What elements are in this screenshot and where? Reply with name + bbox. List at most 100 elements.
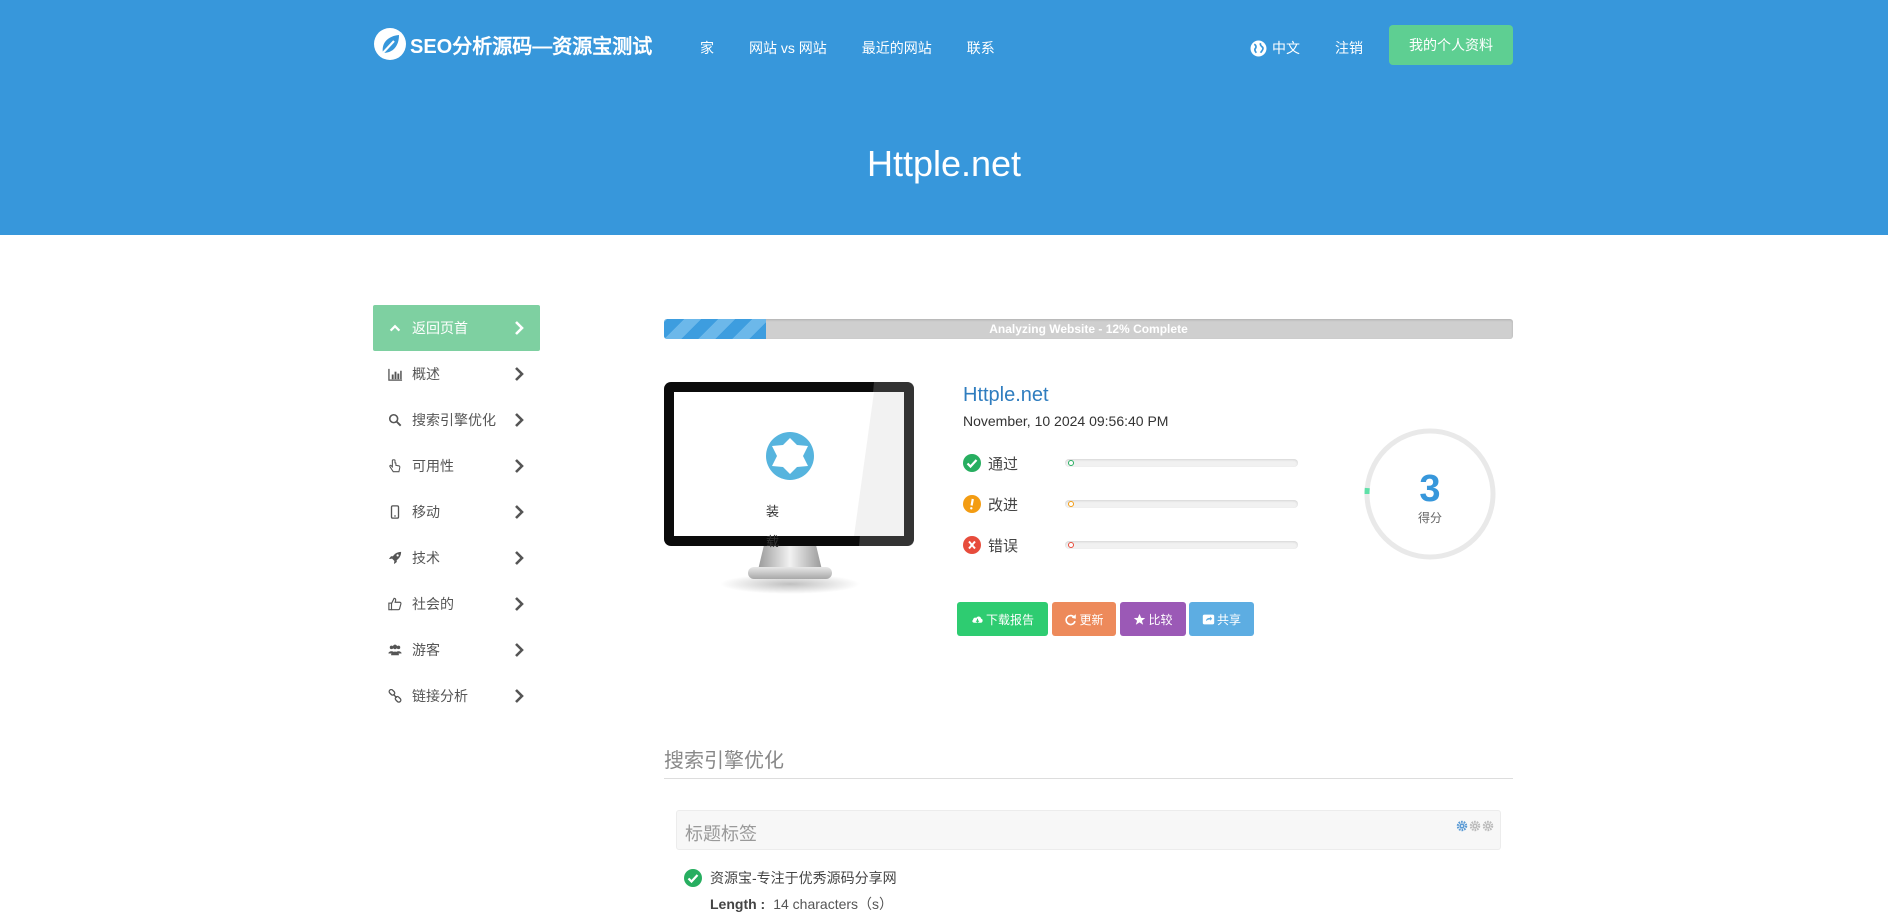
sidebar-item-label: 可用性 [412, 458, 454, 474]
stat-passed: 通过 [963, 451, 1298, 475]
stat-bar [1065, 459, 1298, 467]
check-circle-icon [963, 454, 981, 472]
stat-bar-fill [1068, 460, 1074, 466]
cloud-download-icon [972, 615, 983, 623]
card-tools[interactable] [1455, 820, 1494, 832]
sidebar-item-back-to-top[interactable]: 返回页首 [373, 305, 540, 351]
report-date: November, 10 2024 09:56:40 PM [963, 413, 1169, 429]
leaf-logo-icon [374, 28, 406, 60]
stat-errors: 错误 [963, 533, 1298, 557]
chevron-right-icon [515, 643, 524, 657]
title-tag-result: 资源宝-专注于优秀源码分享网 [684, 868, 897, 888]
chevron-right-icon [515, 551, 524, 565]
sidebar-item-label: 搜索引擎优化 [412, 412, 496, 428]
refresh-button[interactable]: 更新 [1052, 602, 1116, 636]
score-label: 得分 [1417, 511, 1442, 525]
chevron-right-icon [515, 689, 524, 703]
button-label: 下载报告 [985, 612, 1034, 627]
main-nav: 家 网站 vs 网站 最近的网站 联系 [700, 38, 1030, 58]
button-label: 更新 [1079, 612, 1104, 627]
gear-icon[interactable] [1456, 820, 1468, 832]
profile-button[interactable]: 我的个人资料 [1389, 25, 1513, 65]
progress-text: Analyzing Website - 12% Complete [989, 322, 1188, 336]
chevron-right-icon [515, 459, 524, 473]
title-tag-card-header: 标题标签 [676, 810, 1501, 850]
title-length: Length : 14 characters（s） [710, 894, 893, 914]
sidebar-item-technology[interactable]: 技术 [373, 535, 540, 581]
logout-link[interactable]: 注销 [1335, 38, 1363, 58]
mobile-icon [387, 504, 403, 520]
button-label: 比较 [1148, 612, 1173, 627]
rocket-icon [387, 550, 403, 566]
check-circle-icon [684, 869, 702, 887]
sidebar-item-visitors[interactable]: 游客 [373, 627, 540, 673]
nav-compare[interactable]: 网站 vs 网站 [749, 38, 827, 58]
chevron-right-icon [515, 413, 524, 427]
language-label: 中文 [1272, 40, 1300, 56]
share-button[interactable]: 共享 [1189, 602, 1254, 636]
stat-label: 错误 [988, 537, 1019, 555]
nav-contact[interactable]: 联系 [967, 38, 995, 58]
chevron-right-icon [515, 321, 524, 335]
nav-recent[interactable]: 最近的网站 [862, 38, 932, 58]
length-value: 14 characters（s） [773, 896, 894, 912]
refresh-icon [1065, 614, 1077, 625]
sidebar-item-label: 技术 [412, 550, 440, 566]
thumbs-up-icon [387, 596, 403, 612]
header: SEO分析源码—资源宝测试 家 网站 vs 网站 最近的网站 联系 中文 注销 … [0, 0, 1888, 235]
search-icon [387, 412, 403, 428]
nav-home[interactable]: 家 [700, 38, 714, 58]
gear-icon[interactable] [1469, 820, 1481, 832]
button-label: 共享 [1216, 612, 1241, 627]
analysis-progress-bar: Analyzing Website - 12% Complete [664, 319, 1513, 339]
stat-bar-fill [1068, 542, 1074, 548]
logo[interactable]: SEO分析源码—资源宝测试 [372, 26, 652, 62]
chevron-right-icon [515, 597, 524, 611]
share-icon [1202, 614, 1215, 624]
stat-improve: 改进 [963, 492, 1298, 516]
card-title: 标题标签 [685, 824, 757, 844]
sidebar-item-social[interactable]: 社会的 [373, 581, 540, 627]
hand-pointer-icon [387, 458, 403, 474]
sidebar-item-label: 移动 [412, 504, 440, 520]
website-preview-monitor [664, 382, 914, 594]
gear-icon[interactable] [1482, 820, 1494, 832]
sidebar: 返回页首 概述 搜索引擎优化 可用性 移动 技术 社会的 游客 链接分析 [373, 305, 540, 719]
stat-label: 改进 [988, 496, 1019, 514]
sidebar-item-usability[interactable]: 可用性 [373, 443, 540, 489]
sidebar-item-label: 链接分析 [412, 688, 468, 704]
length-label: Length : [710, 896, 766, 912]
loading-text: 装 载 [766, 504, 780, 549]
sidebar-item-mobile[interactable]: 移动 [373, 489, 540, 535]
score-value: 3 [1419, 468, 1441, 510]
bar-chart-icon [387, 366, 403, 382]
x-circle-icon [963, 536, 981, 554]
chevron-right-icon [515, 367, 524, 381]
sidebar-item-label: 社会的 [412, 596, 454, 612]
stat-bar-fill [1068, 501, 1074, 507]
chevron-right-icon [515, 505, 524, 519]
globe-icon [1250, 40, 1267, 56]
stat-bar [1065, 500, 1298, 508]
report-site-name[interactable]: Httple.net [963, 384, 1049, 407]
seo-section-title: 搜索引擎优化 [664, 750, 784, 772]
sidebar-item-link-analysis[interactable]: 链接分析 [373, 673, 540, 719]
loading-spinner-icon [766, 432, 814, 480]
compare-button[interactable]: 比较 [1120, 602, 1186, 636]
sidebar-item-overview[interactable]: 概述 [373, 351, 540, 397]
stat-label: 通过 [988, 455, 1019, 473]
exclamation-circle-icon [963, 495, 981, 513]
sidebar-item-label: 游客 [412, 642, 440, 658]
link-icon [387, 688, 403, 704]
star-icon [1134, 613, 1146, 625]
site-title: Httple.net [866, 143, 1022, 184]
download-report-button[interactable]: 下载报告 [957, 602, 1048, 636]
language-selector[interactable]: 中文 [1250, 38, 1300, 58]
sidebar-item-label: 概述 [412, 366, 440, 382]
sidebar-item-seo[interactable]: 搜索引擎优化 [373, 397, 540, 443]
users-icon [387, 642, 403, 658]
title-tag-text: 资源宝-专注于优秀源码分享网 [710, 870, 897, 886]
stat-bar [1065, 541, 1298, 549]
logo-text: SEO分析源码—资源宝测试 [410, 35, 653, 58]
section-divider [664, 778, 1513, 779]
